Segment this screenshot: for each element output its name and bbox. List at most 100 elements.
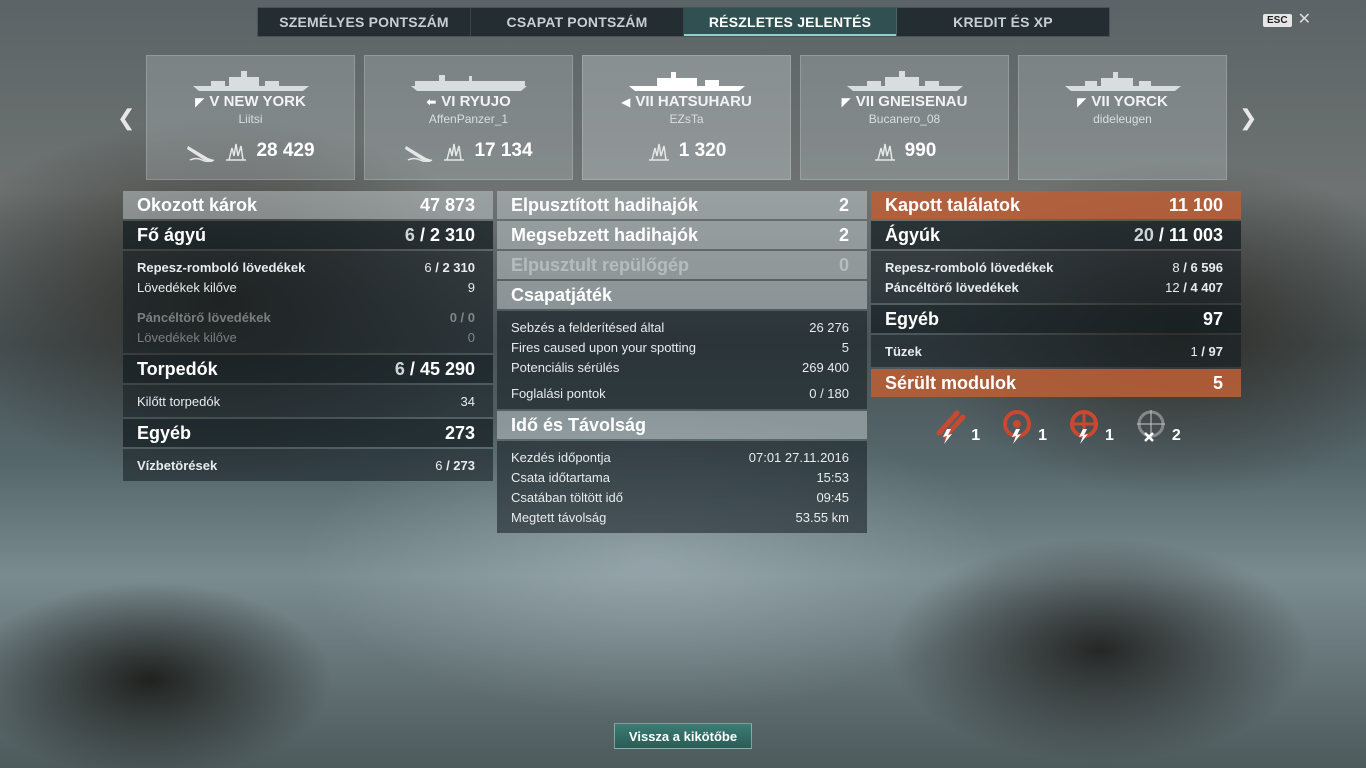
ship-title: NEW YORK [223,93,306,110]
he-shells-fired-row: Lövedékek kilőve 9 [123,277,493,297]
time-alive-value: 09:45 [816,489,849,505]
other-received-header: Egyéb 97 [871,305,1241,333]
guns-received-value: 20 / 11 003 [1133,224,1223,245]
planes-destroyed-label: Elpusztult repülőgép [511,254,689,275]
ship-card[interactable]: ◤ V NEW YORK Liitsi 28 429 [146,55,355,180]
spotting-fires-label: Fires caused upon your spotting [511,339,696,355]
player-name: EZsTa [669,112,704,126]
tab-personal-score[interactable]: SZEMÉLYES PONTSZÁM [258,8,471,36]
ship-card[interactable]: ⬅ VI RYUJO AffenPanzer_1 17 134 [364,55,573,180]
damage-icon [226,143,247,161]
ship-sunk-icon [187,146,215,162]
steering-icon [1070,410,1098,444]
ap-shells-row: Páncéltörő lövedékek 0 / 0 [123,307,493,327]
destroyer-silhouette-icon [629,72,745,91]
ship-name: ◤ VII GNEISENAU [801,93,1008,110]
fires-received-label: Tüzek [885,343,922,359]
spotting-fires-row: Fires caused upon your spotting 5 [497,337,867,357]
back-to-port-button[interactable]: Vissza a kikötőbe [614,723,752,749]
previous-arrow-icon[interactable]: ❮ [117,105,135,131]
player-name: AffenPanzer_1 [428,112,509,126]
ap-shells-label: Páncéltörő lövedékek [137,309,271,325]
tab-team-score[interactable]: CSAPAT PONTSZÁM [471,8,684,36]
spotting-damage-label: Sebzés a felderítésed által [511,319,665,335]
card-stats: 1 320 [583,140,790,162]
distance-row: Megtett távolság 53.55 km [497,507,867,527]
player-name: Liitsi [238,112,263,126]
damage-dealt-column: Okozott károk 47 873 Fő ágyú 6 / 2 310 R… [123,191,493,483]
battleship-silhouette-icon [193,71,309,91]
torpedoes-label: Torpedók [137,358,218,379]
next-arrow-icon[interactable]: ❯ [1239,105,1257,131]
battle-duration-row: Csata időtartama 15:53 [497,467,867,487]
close-control[interactable]: ESC ✕ [1263,12,1311,28]
carrier-icon: ⬅ [426,95,437,109]
ships-damaged-value: 2 [838,224,849,245]
other-damage-details: Vízbetörések 6 / 273 [123,449,493,481]
tab-detailed-report[interactable]: RÉSZLETES JELENTÉS [684,8,897,36]
capture-points-row: Foglalási pontok 0 / 180 [497,383,867,403]
ship-title: YORCK [1113,93,1168,110]
other-damage-value: 273 [444,422,475,443]
damaged-modules-header: Sérült modulok 5 [871,369,1241,397]
time-alive-label: Csatában töltött idő [511,489,624,505]
start-time-label: Kezdés időpontja [511,449,611,465]
main-guns-header: Fő ágyú 6 / 2 310 [123,221,493,249]
damage-value: 28 429 [256,140,315,161]
ship-card-selected[interactable]: ◀ VII HATSUHARU EZsTa 1 320 [582,55,791,180]
ship-cards: ◤ V NEW YORK Liitsi 28 429 ⬅ VI RYUJO Affe… [146,55,1227,180]
torpedoes-fired-label: Kilőtt torpedók [137,393,221,409]
main-guns-details: Repesz-romboló lövedékek 6 / 2 310 Löved… [123,251,493,353]
other-received-label: Egyéb [885,308,940,329]
destroyer-icon: ◀ [621,95,631,109]
ships-destroyed-header: Elpusztított hadihajók 2 [497,191,867,219]
cruiser-silhouette-icon [1065,72,1181,91]
guns-received-details: Repesz-romboló lövedékek 8 / 6 596 Páncé… [871,251,1241,303]
damage-value: 1 320 [678,140,727,161]
ships-damaged-header: Megsebzett hadihajók 2 [497,221,867,249]
ships-damaged-label: Megsebzett hadihajók [511,224,699,245]
ship-tier: VI [441,93,456,110]
fires-received-row: Tüzek 1 / 97 [871,341,1241,361]
damage-icon [874,143,895,161]
ship-card[interactable]: ◤ VII GNEISENAU Bucanero_08 990 [800,55,1009,180]
ship-tier: VII [1091,93,1110,110]
distance-value: 53.55 km [795,509,849,525]
damage-value: 17 134 [474,140,533,161]
time-distance-details: Kezdés időpontja 07:01 27.11.2016 Csata … [497,441,867,533]
damaged-modules-label: Sérült modulok [885,372,1017,393]
ship-name: ◀ VII HATSUHARU [583,93,790,110]
ap-received-value: 12 / 4 407 [1165,279,1223,295]
torpedo-details: Kilőtt torpedók 34 [123,385,493,417]
time-distance-header: Idő és Távolság [497,411,867,439]
ship-tier: VII [855,93,875,110]
module-steering: 1 [1065,407,1114,445]
card-stats: 28 429 [147,140,354,162]
close-icon[interactable]: ✕ [1298,12,1311,28]
planes-destroyed-value: 0 [838,254,849,275]
spotting-fires-value: 5 [841,339,849,355]
battleship-icon: ◤ [841,95,851,109]
esc-key-label: ESC [1263,13,1292,27]
ship-name: ◤ VII YORCK [1019,93,1226,110]
carrier-silhouette-icon [411,75,527,91]
time-alive-row: Csatában töltött idő 09:45 [497,487,867,507]
damage-icon [444,143,465,161]
capture-points-label: Foglalási pontok [511,385,606,401]
ap-shells-fired-row: Lövedékek kilőve 0 [123,327,493,347]
ships-destroyed-label: Elpusztított hadihajók [511,194,698,215]
ships-destroyed-value: 2 [838,194,849,215]
guns-received-label: Ágyúk [885,224,941,245]
ship-card[interactable]: ◤ VII YORCK dideleugen [1018,55,1227,180]
potential-damage-value: 269 400 [802,359,849,375]
flooding-label: Vízbetörések [137,457,218,473]
battle-duration-value: 15:53 [816,469,849,485]
tab-credits-xp[interactable]: KREDIT ÉS XP [897,8,1109,36]
fires-received-value: 1 / 97 [1190,343,1223,359]
ship-title: RYUJO [459,93,511,110]
damage-icon [648,143,669,161]
card-stats: 17 134 [365,140,572,162]
he-received-label: Repesz-romboló lövedékek [885,259,1054,275]
ap-received-row: Páncéltörő lövedékek 12 / 4 407 [871,277,1241,297]
module-torpedo-tubes: 1 [931,407,980,445]
